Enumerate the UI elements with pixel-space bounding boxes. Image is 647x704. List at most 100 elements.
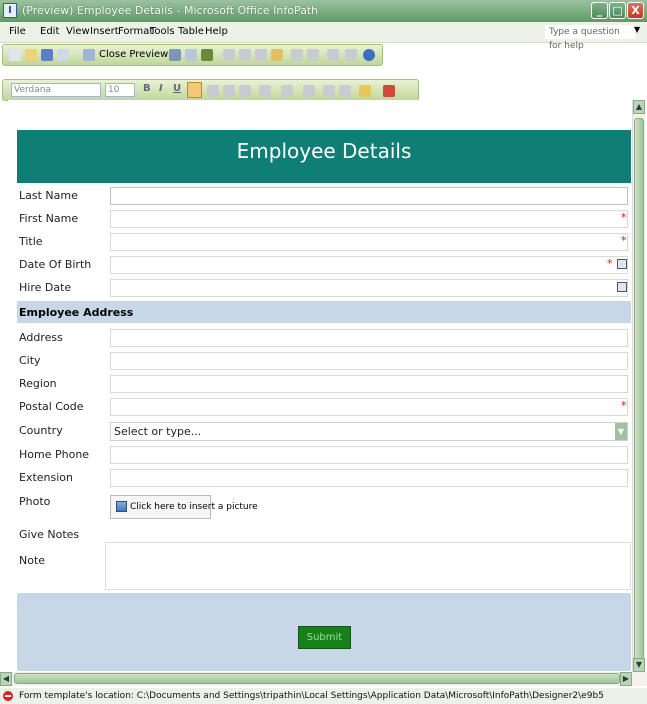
first-name-label: First Name bbox=[19, 212, 79, 225]
italic-button[interactable]: I bbox=[159, 83, 163, 94]
menu-format[interactable]: Format bbox=[118, 26, 153, 37]
calendar-icon[interactable] bbox=[617, 259, 627, 269]
highlight-icon[interactable] bbox=[359, 85, 371, 97]
title-row: Title * bbox=[17, 232, 631, 255]
scroll-up-icon[interactable]: ▲ bbox=[633, 100, 645, 114]
menu-view[interactable]: View bbox=[66, 26, 90, 37]
postal-code-label: Postal Code bbox=[19, 400, 84, 413]
home-phone-row: Home Phone bbox=[17, 445, 631, 468]
hire-date-field[interactable] bbox=[110, 279, 628, 297]
photo-row: Photo Click here to insert a picture bbox=[17, 492, 631, 524]
menu-tools[interactable]: Tools bbox=[150, 26, 175, 37]
country-combobox[interactable]: Select or type... ▼ bbox=[110, 422, 628, 441]
redo-icon[interactable] bbox=[307, 49, 319, 61]
close-preview-icon[interactable] bbox=[83, 49, 95, 61]
chevron-down-icon[interactable]: ▼ bbox=[615, 423, 627, 440]
hire-date-label: Hire Date bbox=[19, 281, 72, 294]
save-icon[interactable] bbox=[41, 49, 53, 61]
align-center-icon[interactable] bbox=[207, 85, 219, 97]
decrease-indent-icon[interactable] bbox=[323, 85, 335, 97]
scroll-down-icon[interactable]: ▼ bbox=[633, 658, 645, 672]
required-marker: * bbox=[621, 399, 627, 412]
postal-code-field[interactable] bbox=[110, 398, 628, 416]
status-text: Form template's location: C:\Documents a… bbox=[19, 691, 604, 701]
menu-help[interactable]: Help bbox=[205, 26, 228, 37]
horizontal-scrollbar[interactable]: ◀ ▶ bbox=[0, 672, 647, 686]
calendar-icon[interactable] bbox=[617, 282, 627, 292]
maximize-button[interactable]: □ bbox=[609, 2, 626, 19]
standard-toolbar: Close Preview bbox=[2, 44, 383, 66]
section-title: Employee Address bbox=[19, 306, 134, 319]
find-icon[interactable] bbox=[345, 49, 357, 61]
region-row: Region bbox=[17, 374, 631, 397]
country-label: Country bbox=[19, 424, 63, 437]
address-field[interactable] bbox=[110, 329, 628, 347]
submit-button[interactable]: Submit bbox=[298, 626, 351, 649]
align-right-icon[interactable] bbox=[223, 85, 235, 97]
help-dropdown-icon[interactable]: ▼ bbox=[634, 25, 640, 34]
title-field[interactable] bbox=[110, 233, 628, 251]
employee-address-section: Employee Address bbox=[17, 301, 631, 323]
hire-date-row: Hire Date bbox=[17, 278, 631, 301]
window-title: (Preview) Employee Details - Microsoft O… bbox=[22, 4, 319, 17]
open-icon[interactable] bbox=[25, 49, 37, 61]
help-search-input[interactable]: Type a question for help bbox=[545, 25, 635, 51]
scroll-right-icon[interactable]: ▶ bbox=[620, 672, 632, 686]
insert-picture-button[interactable]: Click here to insert a picture bbox=[110, 495, 258, 519]
bold-button[interactable]: B bbox=[143, 83, 151, 94]
last-name-label: Last Name bbox=[19, 189, 78, 202]
minimize-button[interactable]: _ bbox=[591, 2, 608, 19]
required-marker: * bbox=[621, 234, 627, 247]
address-label: Address bbox=[19, 331, 63, 344]
table-icon[interactable] bbox=[327, 49, 339, 61]
cut-icon[interactable] bbox=[223, 49, 235, 61]
font-name-select[interactable]: Verdana bbox=[11, 83, 101, 97]
undo-icon[interactable] bbox=[291, 49, 303, 61]
menu-insert[interactable]: Insert bbox=[90, 26, 119, 37]
date-of-birth-field[interactable] bbox=[110, 256, 628, 274]
justify-icon[interactable] bbox=[239, 85, 251, 97]
close-button[interactable]: X bbox=[627, 2, 644, 19]
last-name-field[interactable] bbox=[110, 187, 628, 205]
menu-edit[interactable]: Edit bbox=[40, 26, 59, 37]
error-icon bbox=[3, 691, 13, 701]
first-name-field[interactable] bbox=[110, 210, 628, 228]
numbering-icon[interactable] bbox=[281, 85, 293, 97]
font-color-icon[interactable] bbox=[383, 85, 395, 97]
copy-icon[interactable] bbox=[239, 49, 251, 61]
extension-field[interactable] bbox=[110, 469, 628, 487]
menu-table[interactable]: Table bbox=[178, 26, 204, 37]
vertical-scroll-thumb[interactable] bbox=[634, 118, 644, 678]
help-icon[interactable] bbox=[363, 49, 375, 61]
line-spacing-icon[interactable] bbox=[259, 85, 271, 97]
home-phone-field[interactable] bbox=[110, 446, 628, 464]
form-footer: Submit bbox=[17, 593, 631, 671]
print-preview-icon[interactable] bbox=[185, 49, 197, 61]
horizontal-scroll-thumb[interactable] bbox=[14, 673, 620, 684]
last-name-row: Last Name bbox=[17, 186, 631, 209]
font-size-select[interactable]: 10 bbox=[105, 83, 135, 97]
permission-icon[interactable] bbox=[57, 49, 69, 61]
note-textarea[interactable] bbox=[105, 542, 631, 590]
new-icon[interactable] bbox=[9, 49, 21, 61]
increase-indent-icon[interactable] bbox=[339, 85, 351, 97]
menu-bar: File Edit View Insert Format Tools Table… bbox=[0, 22, 647, 51]
city-field[interactable] bbox=[110, 352, 628, 370]
vertical-scrollbar[interactable]: ▲ ▼ bbox=[632, 100, 645, 678]
close-preview-button[interactable]: Close Preview bbox=[99, 49, 168, 60]
spelling-icon[interactable] bbox=[201, 49, 213, 61]
paste-icon[interactable] bbox=[255, 49, 267, 61]
city-row: City bbox=[17, 351, 631, 374]
bullets-icon[interactable] bbox=[303, 85, 315, 97]
format-painter-icon[interactable] bbox=[271, 49, 283, 61]
align-left-button[interactable] bbox=[187, 82, 202, 98]
print-icon[interactable] bbox=[169, 49, 181, 61]
scroll-left-icon[interactable]: ◀ bbox=[0, 672, 12, 686]
formatting-toolbar: Verdana 10 B I U bbox=[2, 79, 419, 101]
menu-file[interactable]: File bbox=[9, 26, 26, 37]
photo-label: Photo bbox=[19, 495, 51, 508]
underline-button[interactable]: U bbox=[173, 83, 181, 94]
date-of-birth-label: Date Of Birth bbox=[19, 258, 92, 271]
status-bar: Form template's location: C:\Documents a… bbox=[0, 688, 647, 704]
region-field[interactable] bbox=[110, 375, 628, 393]
